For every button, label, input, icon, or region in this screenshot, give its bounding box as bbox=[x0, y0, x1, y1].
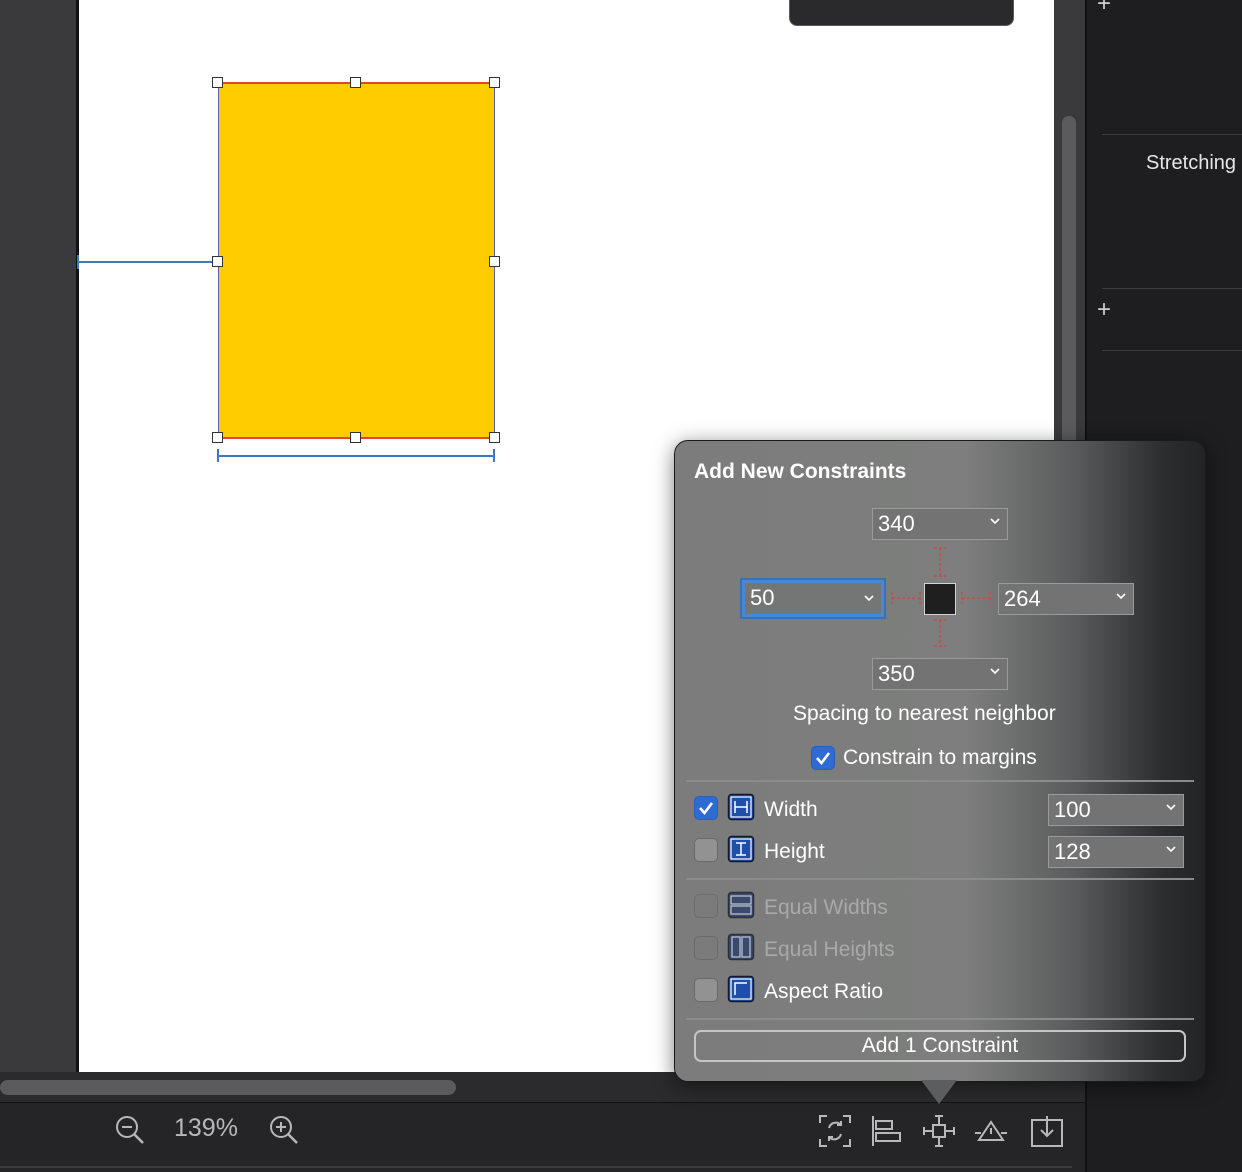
checkmark-icon bbox=[699, 802, 714, 816]
aspect-ratio-label: Aspect Ratio bbox=[764, 980, 884, 1003]
add-constraints-icon[interactable] bbox=[922, 1114, 956, 1153]
resize-handle-bottom-right[interactable] bbox=[489, 432, 500, 443]
popover-divider bbox=[686, 780, 1194, 782]
vertical-scrollbar[interactable] bbox=[1062, 116, 1076, 446]
width-constraint-cap-right bbox=[493, 449, 495, 462]
add-variation-plus-icon[interactable]: + bbox=[1097, 296, 1111, 324]
height-value: 128 bbox=[1054, 839, 1091, 864]
popover-title: Add New Constraints bbox=[694, 460, 907, 483]
spacing-caption: Spacing to nearest neighbor bbox=[793, 702, 1056, 725]
leading-spacing-value: 50 bbox=[750, 585, 775, 610]
resize-handle-left[interactable] bbox=[212, 256, 223, 267]
equal-widths-label: Equal Widths bbox=[764, 896, 888, 919]
height-constraint-icon bbox=[727, 835, 755, 863]
width-constraint-line[interactable] bbox=[218, 455, 495, 457]
constrain-to-margins-label: Constrain to margins bbox=[843, 746, 1037, 769]
embed-in-icon[interactable] bbox=[1030, 1114, 1064, 1153]
popover-arrow bbox=[921, 1080, 957, 1104]
constrain-to-margins-checkbox[interactable] bbox=[811, 746, 835, 770]
resize-handle-top-right[interactable] bbox=[489, 77, 500, 88]
resize-handle-bottom-left[interactable] bbox=[212, 432, 223, 443]
equal-heights-label: Equal Heights bbox=[764, 938, 895, 961]
inspector-divider bbox=[1102, 288, 1242, 289]
resize-handle-right[interactable] bbox=[489, 256, 500, 267]
zoom-level[interactable]: 139% bbox=[174, 1114, 238, 1143]
trailing-spacing-field[interactable]: 264 bbox=[998, 583, 1134, 615]
height-label: Height bbox=[764, 840, 825, 863]
bottom-bar-divider bbox=[0, 1166, 1072, 1168]
chevron-down-icon bbox=[1116, 593, 1126, 600]
target-view-box bbox=[924, 583, 956, 615]
height-value-field[interactable]: 128 bbox=[1048, 836, 1184, 868]
width-constraint-icon bbox=[727, 793, 755, 821]
leading-constraint-line[interactable] bbox=[78, 261, 218, 263]
chevron-down-icon bbox=[990, 668, 1000, 675]
width-value: 100 bbox=[1054, 797, 1091, 822]
top-spacing-value: 340 bbox=[878, 511, 915, 536]
bottom-spacing-value: 350 bbox=[878, 661, 915, 686]
resolve-issues-icon[interactable] bbox=[974, 1114, 1008, 1153]
checkmark-icon bbox=[816, 752, 831, 766]
zoom-in-icon[interactable] bbox=[268, 1114, 300, 1151]
resize-handle-bottom[interactable] bbox=[350, 432, 361, 443]
equal-heights-icon bbox=[727, 933, 755, 961]
width-checkbox[interactable] bbox=[694, 796, 718, 820]
equal-heights-checkbox[interactable] bbox=[694, 936, 718, 960]
leading-spacing-field[interactable]: 50 bbox=[742, 580, 884, 617]
popover-divider bbox=[686, 878, 1194, 880]
resize-handle-top-left[interactable] bbox=[212, 77, 223, 88]
horizontal-scrollbar[interactable] bbox=[0, 1080, 456, 1095]
add-variation-plus-icon[interactable]: + bbox=[1097, 0, 1111, 18]
resize-handle-top[interactable] bbox=[350, 77, 361, 88]
trailing-spacing-value: 264 bbox=[1004, 586, 1041, 611]
chevron-down-icon bbox=[1166, 804, 1176, 811]
aspect-ratio-checkbox[interactable] bbox=[694, 978, 718, 1002]
equal-widths-checkbox[interactable] bbox=[694, 894, 718, 918]
width-value-field[interactable]: 100 bbox=[1048, 794, 1184, 826]
chevron-down-icon bbox=[864, 595, 874, 602]
width-label: Width bbox=[764, 798, 818, 821]
zoom-out-icon[interactable] bbox=[114, 1114, 146, 1151]
top-spacing-field[interactable]: 340 bbox=[872, 508, 1008, 540]
equal-widths-icon bbox=[727, 891, 755, 919]
floating-popup bbox=[789, 0, 1014, 26]
add-constraints-button[interactable]: Add 1 Constraint bbox=[694, 1030, 1186, 1062]
selected-view[interactable] bbox=[218, 83, 495, 438]
align-icon[interactable] bbox=[870, 1114, 904, 1153]
chevron-down-icon bbox=[990, 518, 1000, 525]
update-frames-icon[interactable] bbox=[818, 1114, 852, 1153]
chevron-down-icon bbox=[1166, 846, 1176, 853]
height-checkbox[interactable] bbox=[694, 838, 718, 862]
inspector-divider bbox=[1102, 134, 1242, 135]
bottom-spacing-field[interactable]: 350 bbox=[872, 658, 1008, 690]
aspect-ratio-icon bbox=[727, 975, 755, 1003]
inspector-divider bbox=[1102, 350, 1242, 351]
popover-divider bbox=[686, 1018, 1194, 1020]
stretching-label: Stretching bbox=[1146, 152, 1237, 174]
left-gutter bbox=[0, 0, 76, 1072]
